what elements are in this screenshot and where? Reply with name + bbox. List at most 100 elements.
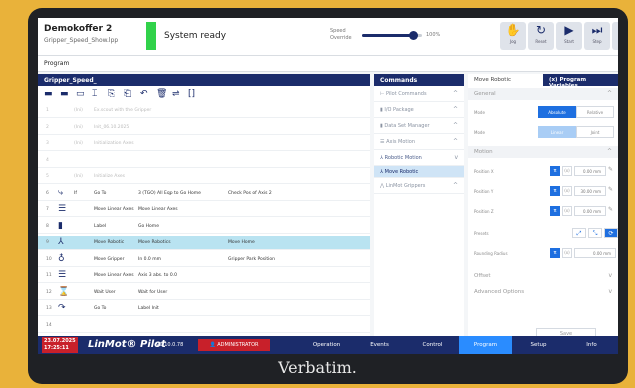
delete-icon[interactable]: 🗑 <box>156 89 167 99</box>
table-row[interactable]: 13 ↷ Go To Label Init <box>38 302 370 316</box>
stop-button[interactable]: ■Stop <box>612 22 618 50</box>
top-tab-bar: Program <box>38 56 618 72</box>
align-icon[interactable]: ⇌ <box>172 89 180 99</box>
pi-toggle-radius[interactable]: π <box>550 248 560 258</box>
rounding-radius-input[interactable]: 0.00 mm <box>574 248 616 258</box>
position-z-input[interactable]: 0.00 mm <box>574 206 606 216</box>
footer-tab-info[interactable]: Info <box>565 336 618 354</box>
datetime-badge: 23.07.2025 17:25:11 <box>42 337 78 353</box>
command-item[interactable]: ▮ Data Set Manager ^ <box>374 118 464 134</box>
edit-icon[interactable]: ✎ <box>608 166 613 173</box>
bracket-icon[interactable]: [] <box>188 89 195 99</box>
var-toggle-x[interactable]: (x) <box>562 166 572 176</box>
play-button[interactable]: ▶ Start <box>556 22 582 50</box>
table-row[interactable]: 14 <box>38 319 370 333</box>
section-offset[interactable]: Offset v <box>468 270 618 282</box>
row-icon: ♁ <box>58 253 65 264</box>
tab-move-robotic[interactable]: Move Robotic <box>468 74 543 86</box>
edit-icon[interactable]: ✎ <box>608 206 613 213</box>
command-item[interactable]: ⊢ Pilot Commands ^ <box>374 86 464 102</box>
section-advanced-label: Advanced Options <box>474 289 525 295</box>
table-row[interactable]: 8 ▮ Label Go Home <box>38 220 370 234</box>
table-row[interactable]: 9 ⅄ Move Robotic Move Robotics Move Home <box>38 236 370 250</box>
table-cell: Initialization Axes <box>94 141 134 146</box>
mode-linear-button[interactable]: Linear <box>538 126 576 138</box>
pi-toggle-z[interactable]: π <box>550 206 560 216</box>
table-row[interactable]: 12 ⌛ Wait User Wait for User <box>38 286 370 300</box>
command-label: I/O Package <box>384 107 414 113</box>
command-item[interactable]: ⅄ Robotic Motion v <box>374 150 464 166</box>
preset-3-button[interactable]: ⟳ <box>604 228 618 238</box>
table-cell: 6 <box>46 190 49 196</box>
speed-value: 100% <box>426 32 441 38</box>
toolbar-button-label: Jog <box>509 39 517 44</box>
table-cell: 9 <box>46 240 49 245</box>
var-toggle-radius[interactable]: (x) <box>562 248 572 258</box>
section-general[interactable]: General ^ <box>468 88 618 100</box>
copy-icon[interactable]: ⎘ <box>108 89 115 99</box>
header-bar: Demokoffer 2 Gripper_Speed_Show.lpp Syst… <box>38 18 618 56</box>
table-row[interactable]: 4 <box>38 154 370 168</box>
folder-open-icon[interactable]: ▬ <box>60 89 69 99</box>
folder-icon[interactable]: ▬ <box>44 89 53 99</box>
cut-icon[interactable]: ⌶ <box>92 89 97 99</box>
position-y-input[interactable]: 30.00 mm <box>574 186 606 196</box>
stop-icon: ■ <box>612 22 618 39</box>
step-button[interactable]: ⏭ Step <box>584 22 610 50</box>
var-toggle-z[interactable]: (x) <box>562 206 572 216</box>
var-toggle-y[interactable]: (x) <box>562 186 572 196</box>
pi-toggle-y[interactable]: π <box>550 186 560 196</box>
undo-icon[interactable]: ↶ <box>140 89 148 99</box>
project-subtitle: Gripper_Speed_Show.lpp <box>44 37 119 44</box>
table-row[interactable]: 1 (Ini) Ex.scout with the Gripper <box>38 104 370 118</box>
tab-program[interactable]: Program <box>44 60 69 67</box>
mode-joint-button[interactable]: Joint <box>576 126 614 138</box>
footer-tab-program[interactable]: Program <box>459 336 512 354</box>
table-row[interactable]: 2 (Ini) Init_06.10.2025 <box>38 121 370 135</box>
table-row[interactable]: 7 ☰ Move Linear Axes Move Linear Axes <box>38 203 370 217</box>
mode-absolute-button[interactable]: Absolute <box>538 106 576 118</box>
preset-1-button[interactable]: ⤢ <box>572 228 586 238</box>
row-icon: ↷ <box>58 303 66 313</box>
project-title: Demokoffer 2 <box>44 24 113 34</box>
command-item[interactable]: ⅄ Move Robotic <box>374 166 464 178</box>
edit-icon[interactable]: ✎ <box>608 186 613 193</box>
pi-toggle-x[interactable]: π <box>550 166 560 176</box>
position-x-input[interactable]: 0.00 mm <box>574 166 606 176</box>
command-item[interactable]: ⋀ LinMot Grippers ^ <box>374 178 464 194</box>
table-cell: 10 <box>46 256 52 262</box>
footer-tab-events[interactable]: Events <box>353 336 406 354</box>
speed-slider-handle[interactable] <box>409 31 418 40</box>
command-item[interactable]: ☰ Axis Motion ^ <box>374 134 464 150</box>
hand-button[interactable]: ✋ Jog <box>500 22 526 50</box>
paste-icon[interactable]: ⎗ <box>124 89 131 99</box>
table-row[interactable]: 5 (Ini) Initialize Axes <box>38 170 370 184</box>
table-row[interactable]: 3 (Ini) Initialization Axes <box>38 137 370 151</box>
footer-tab-operation[interactable]: Operation <box>300 336 353 354</box>
save-icon[interactable]: ▭ <box>76 89 85 99</box>
restart-button[interactable]: ↻ Reset <box>528 22 554 50</box>
table-row[interactable]: 11 ☰ Move Linear Axes Axis 3 abs. to 0.0 <box>38 269 370 283</box>
section-advanced[interactable]: Advanced Options v <box>468 286 618 298</box>
speed-slider[interactable] <box>362 31 422 40</box>
table-cell: Move Robotics <box>138 240 171 245</box>
chevron-up-icon: ^ <box>452 90 458 97</box>
tab-program-variables[interactable]: (x) Program Variables <box>543 74 618 89</box>
table-row[interactable]: 6 ⤷ If Go To 3 (TGO) All Eqp to Go Home Check… <box>38 187 370 201</box>
section-motion-label: Motion <box>474 149 493 155</box>
commands-title: Commands <box>374 74 464 86</box>
table-row[interactable]: 10 ♁ Move Gripper In 0.0 mm Gripper Park Pos… <box>38 253 370 267</box>
table-cell: 14 <box>46 322 52 328</box>
preset-2-button[interactable]: ⤡ <box>588 228 602 238</box>
footer-tab-control[interactable]: Control <box>406 336 459 354</box>
table-cell: 1 <box>46 108 49 113</box>
date-text: 23.07.2025 <box>44 338 76 344</box>
toolbar-button-label: Stop <box>612 39 618 44</box>
command-item[interactable]: ▮ I/O Package ^ <box>374 102 464 118</box>
mode-relative-button[interactable]: Relative <box>576 106 614 118</box>
user-badge[interactable]: 👤 ADMINISTRATOR <box>198 339 270 351</box>
program-title[interactable]: Gripper_Speed_ <box>38 74 370 86</box>
footer-tab-setup[interactable]: Setup <box>512 336 565 354</box>
section-motion[interactable]: Motion ^ <box>468 146 618 158</box>
program-toolbar: ▬ ▬ ▭ ⌶ ⎘ ⎗ ↶ 🗑 ⇌ [] <box>38 88 370 102</box>
